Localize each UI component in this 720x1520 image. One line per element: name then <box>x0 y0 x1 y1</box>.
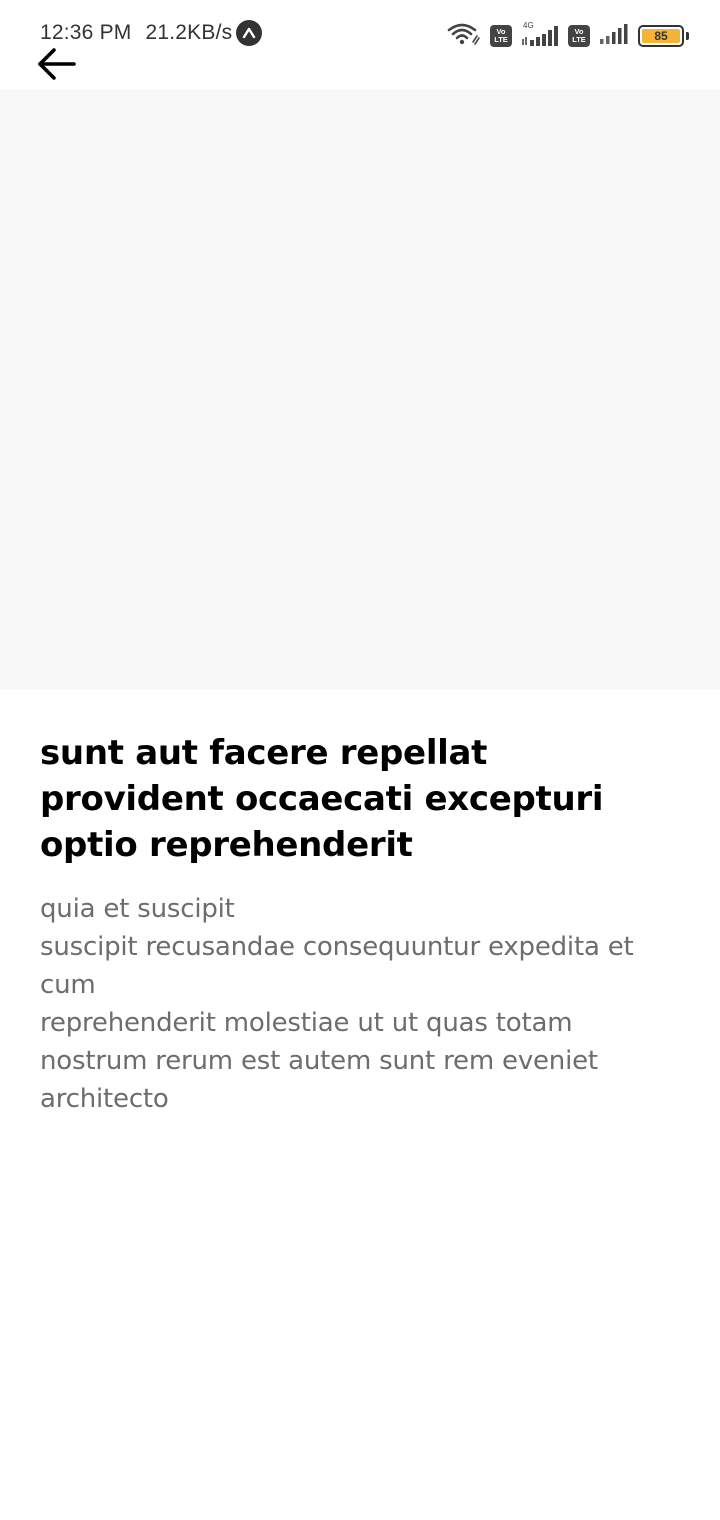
status-right: Vo LTE 4G Vo LTE 85 <box>447 21 689 50</box>
arrow-left-icon <box>36 47 76 85</box>
volte-bottom-label: LTE <box>494 35 508 44</box>
post-image <box>0 90 720 690</box>
battery-level: 85 <box>642 29 680 43</box>
status-time: 12:36 PM <box>40 21 132 44</box>
wifi-icon <box>447 22 481 50</box>
signal-icon-2 <box>599 23 629 49</box>
post-body: quia et suscipit suscipit recusandae con… <box>40 894 634 1114</box>
status-left: 12:36 PM 21.2KB/s <box>40 20 263 46</box>
status-bar: 12:36 PM 21.2KB/s Vo LTE 4G Vo LTE 85 <box>0 0 720 62</box>
post-detail-screen: 12:36 PM 21.2KB/s Vo LTE 4G Vo LTE 85 su… <box>0 0 720 1520</box>
network-speed: 21.2KB/s <box>145 21 233 44</box>
network-type-label: 4G <box>523 21 534 30</box>
signal-icon: 4G <box>521 21 559 47</box>
back-button[interactable] <box>36 44 92 88</box>
post-title: sunt aut facere repellat provident occae… <box>40 733 604 865</box>
post-content: sunt aut facere repellat provident occae… <box>40 730 680 1118</box>
battery-icon: 85 <box>638 25 689 47</box>
volte-icon: Vo LTE <box>490 25 512 47</box>
app-notification-icon <box>236 20 263 46</box>
volte-icon-2: Vo LTE <box>568 25 590 47</box>
volte-bottom-label-2: LTE <box>572 35 586 44</box>
